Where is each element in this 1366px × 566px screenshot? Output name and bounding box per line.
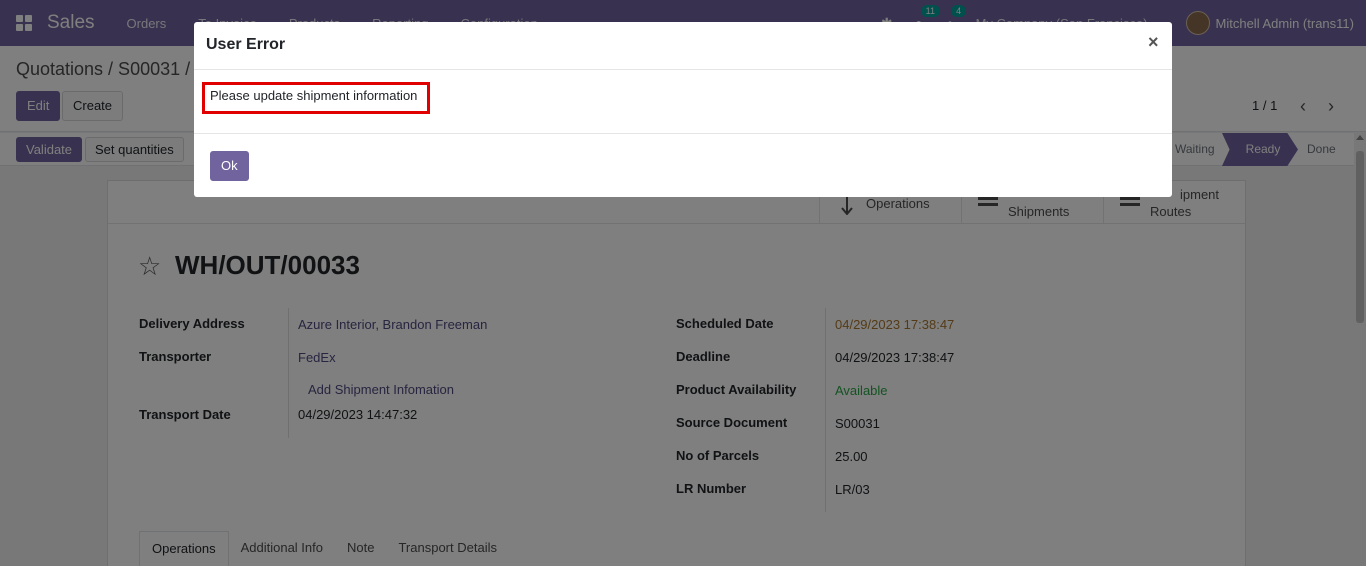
user-error-dialog: User Error × Please update shipment info… bbox=[194, 22, 1172, 197]
modal-body: Please update shipment information bbox=[194, 70, 1172, 134]
ok-button[interactable]: Ok bbox=[210, 151, 249, 181]
error-message: Please update shipment information bbox=[202, 82, 430, 114]
modal-header: User Error × bbox=[194, 22, 1172, 70]
close-icon[interactable]: × bbox=[1148, 32, 1159, 53]
modal-title: User Error bbox=[206, 36, 286, 53]
